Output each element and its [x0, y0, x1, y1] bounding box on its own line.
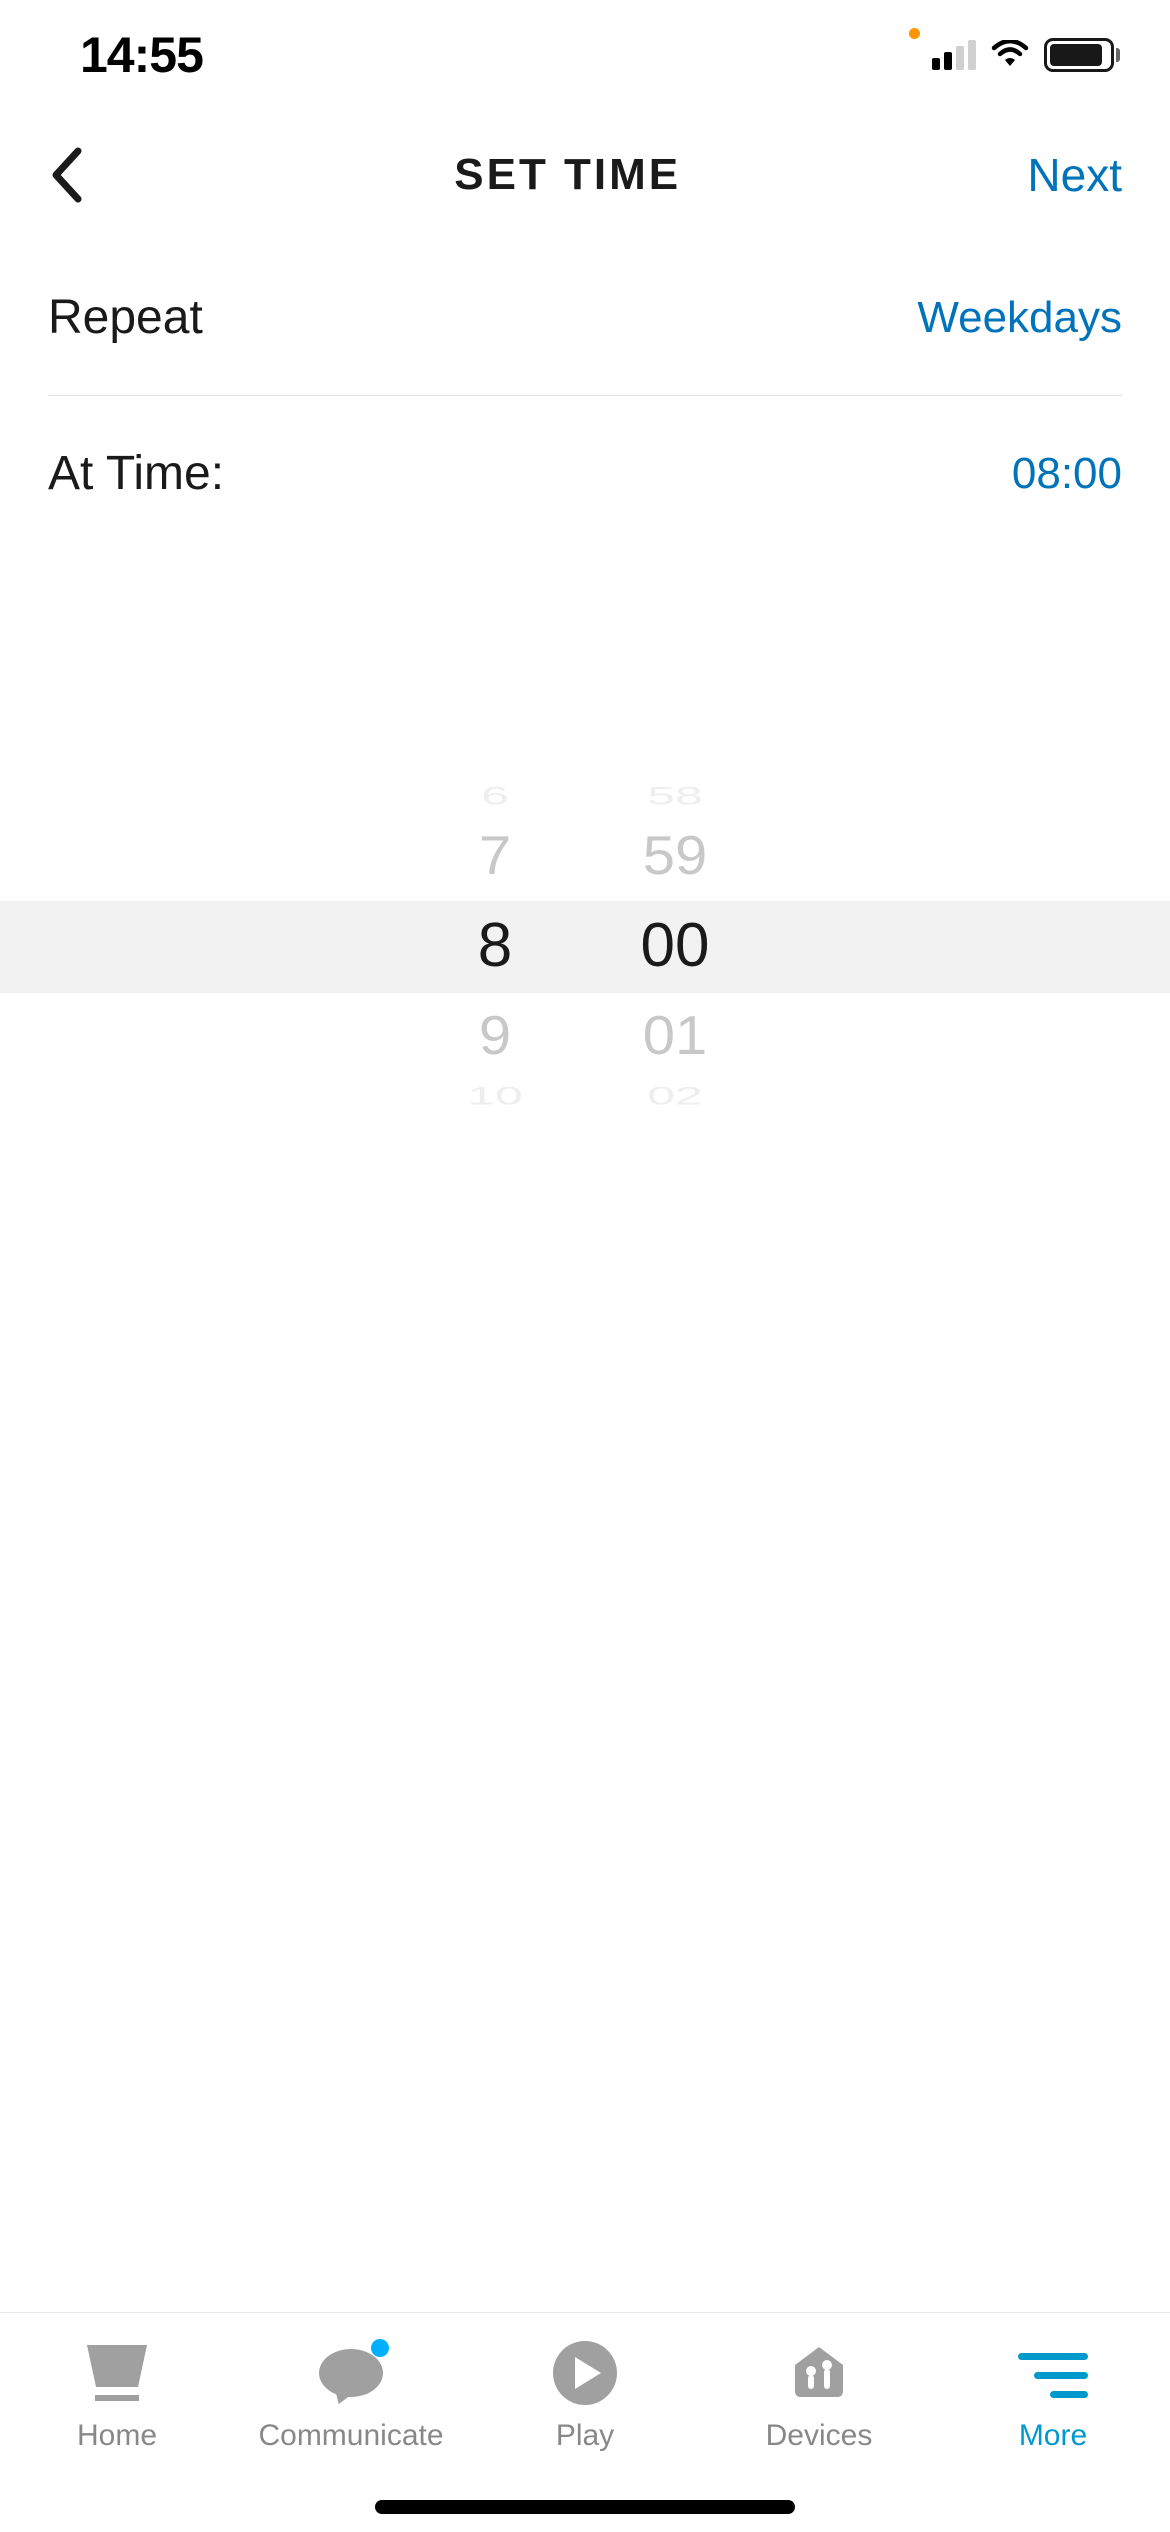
- notification-dot: [371, 2339, 389, 2357]
- repeat-row[interactable]: Repeat Weekdays: [0, 240, 1170, 395]
- minute-option: 01: [643, 993, 708, 1079]
- tab-label: Home: [77, 2419, 157, 2453]
- hour-selected: 8: [478, 901, 512, 991]
- hour-option: 7: [479, 813, 511, 899]
- time-picker[interactable]: 6 7 8 9 10 58 59 00 01 02: [0, 781, 1170, 1081]
- back-button[interactable]: [48, 145, 108, 205]
- wifi-icon: [990, 40, 1030, 70]
- tab-bar: Home Communicate Play Devices Mor: [0, 2312, 1170, 2532]
- tab-home[interactable]: Home: [27, 2341, 207, 2532]
- minute-option-faint: 02: [647, 1089, 703, 1104]
- nav-header: SET TIME Next: [0, 110, 1170, 240]
- minute-option-faint: 58: [647, 789, 703, 804]
- hour-option-faint: 10: [467, 1089, 523, 1104]
- repeat-label: Repeat: [48, 290, 203, 345]
- home-indicator[interactable]: [375, 2500, 795, 2514]
- next-button[interactable]: Next: [1027, 148, 1122, 202]
- hour-picker-column[interactable]: 6 7 8 9 10: [445, 781, 545, 1081]
- repeat-value: Weekdays: [917, 293, 1122, 343]
- hour-option-faint: 6: [481, 789, 509, 804]
- devices-icon: [789, 2341, 849, 2405]
- tab-label: Communicate: [258, 2419, 443, 2453]
- minute-option: 59: [643, 813, 708, 899]
- home-icon: [87, 2341, 147, 2405]
- status-indicators: [932, 38, 1120, 72]
- at-time-row: At Time: 08:00: [0, 396, 1170, 551]
- minute-picker-column[interactable]: 58 59 00 01 02: [625, 781, 725, 1081]
- status-time: 14:55: [80, 26, 203, 84]
- speech-bubble-icon: [319, 2341, 383, 2405]
- hour-option: 9: [479, 993, 511, 1079]
- play-icon: [553, 2341, 617, 2405]
- page-title: SET TIME: [454, 150, 681, 200]
- tab-label: More: [1019, 2419, 1087, 2453]
- tab-label: Play: [556, 2419, 614, 2453]
- cellular-signal-icon: [932, 40, 976, 70]
- minute-selected: 00: [641, 901, 710, 991]
- privacy-indicator-dot: [909, 28, 920, 39]
- at-time-value: 08:00: [1012, 449, 1122, 499]
- status-bar: 14:55: [0, 0, 1170, 110]
- tab-more[interactable]: More: [963, 2341, 1143, 2532]
- tab-label: Devices: [766, 2419, 873, 2453]
- more-icon: [1018, 2341, 1088, 2405]
- at-time-label: At Time:: [48, 446, 224, 501]
- battery-icon: [1044, 38, 1120, 72]
